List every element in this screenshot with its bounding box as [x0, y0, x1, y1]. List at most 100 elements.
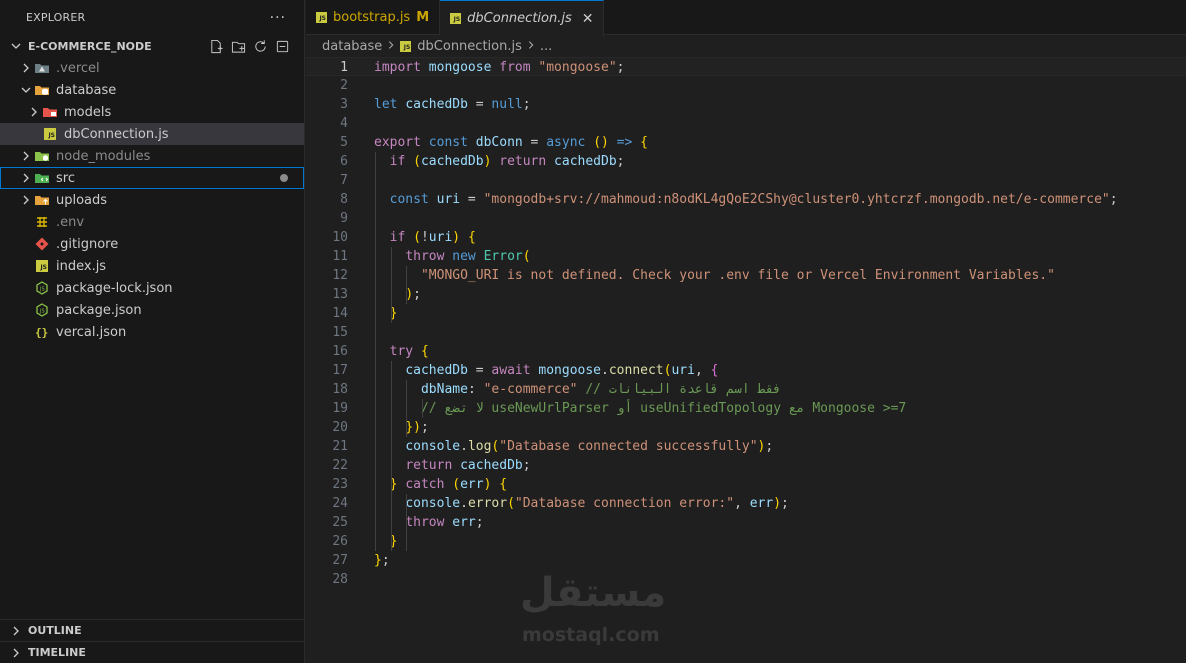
tree-folder-src[interactable]: src — [0, 167, 304, 189]
chevron-right-icon — [18, 192, 34, 208]
tree-item-label: package-lock.json — [56, 280, 173, 296]
tree-item-label: .env — [56, 214, 85, 230]
tree-file-package-lock-json[interactable]: JS package-lock.json — [0, 277, 304, 299]
explorer-sidebar: EXPLORER ··· E-COMMERCE_NODE .vercel data… — [0, 0, 305, 663]
new-folder-icon[interactable] — [230, 38, 246, 54]
project-root[interactable]: E-COMMERCE_NODE — [0, 35, 304, 57]
line-number: 10 — [332, 230, 348, 245]
line-number: 21 — [332, 439, 348, 454]
code-line[interactable]: 6 if (cachedDb) return cachedDb; — [306, 152, 1186, 171]
code-line[interactable]: 10 if (!uri) { — [306, 228, 1186, 247]
code-line[interactable]: 24 console.error("Database connection er… — [306, 494, 1186, 513]
code-line[interactable]: 3 let cachedDb = null; — [306, 95, 1186, 114]
code-text: } catch (err) { — [389, 477, 508, 492]
code-text: return cachedDb; — [405, 458, 531, 473]
code-line[interactable]: 22 return cachedDb; — [306, 456, 1186, 475]
indent-guide — [390, 361, 392, 551]
js-file-icon: JS — [316, 12, 327, 23]
tab-bootstrap[interactable]: JS bootstrap.js M — [306, 0, 441, 35]
tree-file-env[interactable]: .env — [0, 211, 304, 233]
line-number: 19 — [332, 401, 348, 416]
code-line[interactable]: 17 cachedDb = await mongoose.connect(uri… — [306, 361, 1186, 380]
code-text: ); — [405, 287, 421, 302]
code-line[interactable]: 20 }); — [306, 418, 1186, 437]
indent-guide — [406, 494, 408, 551]
breadcrumb-symbol[interactable]: ... — [540, 39, 552, 54]
code-line[interactable]: 9 — [306, 209, 1186, 228]
code-line[interactable]: 13 ); — [306, 285, 1186, 304]
chevron-down-icon — [18, 82, 34, 98]
code-text: "MONGO_URI is not defined. Check your .e… — [420, 268, 1055, 283]
code-line[interactable]: 21 console.log("Database connected succe… — [306, 437, 1186, 456]
tab-dbconnection[interactable]: JS dbConnection.js ✕ — [440, 0, 605, 36]
tree-item-label: dbConnection.js — [64, 126, 169, 142]
collapse-all-icon[interactable] — [274, 38, 290, 54]
code-line[interactable]: 5 export const dbConn = async () => { — [306, 133, 1186, 152]
tree-item-label: .vercel — [56, 60, 100, 76]
line-number: 26 — [332, 534, 348, 549]
git-file-icon — [34, 236, 50, 252]
chevron-right-icon — [26, 104, 42, 120]
code-line[interactable]: 8 const uri = "mongodb+srv://mahmoud:n8o… — [306, 190, 1186, 209]
chevron-right-icon — [8, 623, 24, 639]
env-file-icon — [34, 214, 50, 230]
close-icon[interactable]: ✕ — [582, 11, 594, 27]
code-line[interactable]: 19 // لا تضع useNewUrlParser أو useUnifi… — [306, 399, 1186, 418]
code-text: throw new Error( — [405, 249, 531, 264]
code-line[interactable]: 15 — [306, 323, 1186, 342]
svg-text:{}: {} — [35, 326, 48, 339]
code-text: } — [389, 534, 398, 549]
breadcrumb-file[interactable]: dbConnection.js — [417, 39, 522, 54]
tree-file-index-js[interactable]: JS index.js — [0, 255, 304, 277]
line-number: 6 — [340, 154, 348, 169]
code-editor[interactable]: 1 import mongoose from "mongoose"; 2 3 let c… — [306, 57, 1186, 663]
tab-label: bootstrap.js — [333, 10, 411, 25]
explorer-title: EXPLORER — [26, 11, 86, 24]
new-file-icon[interactable] — [208, 38, 224, 54]
tree-folder-models[interactable]: models — [0, 101, 304, 123]
code-line[interactable]: 28 — [306, 570, 1186, 589]
tree-file-gitignore[interactable]: .gitignore — [0, 233, 304, 255]
code-line[interactable]: 18 dbName: "e-commerce" // فقط اسم قاعدة… — [306, 380, 1186, 399]
tree-folder-uploads[interactable]: uploads — [0, 189, 304, 211]
tree-file-vercal-json[interactable]: {} vercal.json — [0, 321, 304, 343]
refresh-icon[interactable] — [252, 38, 268, 54]
code-line[interactable]: 26 } — [306, 532, 1186, 551]
line-number: 25 — [332, 515, 348, 530]
code-text: } — [389, 306, 398, 321]
code-line[interactable]: 27}; — [306, 551, 1186, 570]
watermark-arabic: مستقل — [520, 570, 667, 616]
tree-file-dbconnection-js[interactable]: JS dbConnection.js — [0, 123, 304, 145]
line-number: 2 — [340, 78, 348, 93]
tree-folder-vercel[interactable]: .vercel — [0, 57, 304, 79]
code-line[interactable]: 25 throw err; — [306, 513, 1186, 532]
code-line[interactable]: 7 — [306, 171, 1186, 190]
tree-item-label: node_modules — [56, 148, 151, 164]
indent-guide — [390, 247, 392, 323]
more-actions-icon[interactable]: ··· — [270, 10, 286, 26]
modified-badge: M — [416, 10, 430, 25]
tree-item-label: models — [64, 104, 112, 120]
npm-file-icon: JS — [34, 280, 50, 296]
tree-file-package-json[interactable]: JS package.json — [0, 299, 304, 321]
tree-folder-node-modules[interactable]: node_modules — [0, 145, 304, 167]
timeline-panel[interactable]: TIMELINE — [0, 641, 305, 663]
code-line[interactable]: 11 throw new Error( — [306, 247, 1186, 266]
code-line[interactable]: 1 import mongoose from "mongoose"; — [306, 57, 1186, 76]
tree-folder-database[interactable]: database — [0, 79, 304, 101]
code-line[interactable]: 12 "MONGO_URI is not defined. Check your… — [306, 266, 1186, 285]
code-line[interactable]: 2 — [306, 76, 1186, 95]
code-line[interactable]: 23 } catch (err) { — [306, 475, 1186, 494]
breadcrumb-folder[interactable]: database — [322, 39, 382, 54]
chevron-down-icon — [8, 38, 24, 54]
code-text: import mongoose from "mongoose"; — [374, 60, 625, 75]
code-line[interactable]: 16 try { — [306, 342, 1186, 361]
outline-panel[interactable]: OUTLINE — [0, 619, 305, 641]
code-text: export const dbConn = async () => { — [374, 135, 648, 150]
code-text: dbName: "e-commerce" // فقط اسم قاعدة ال… — [420, 382, 782, 397]
code-line[interactable]: 14 } — [306, 304, 1186, 323]
line-number: 20 — [332, 420, 348, 435]
line-number: 22 — [332, 458, 348, 473]
code-line[interactable]: 4 — [306, 114, 1186, 133]
